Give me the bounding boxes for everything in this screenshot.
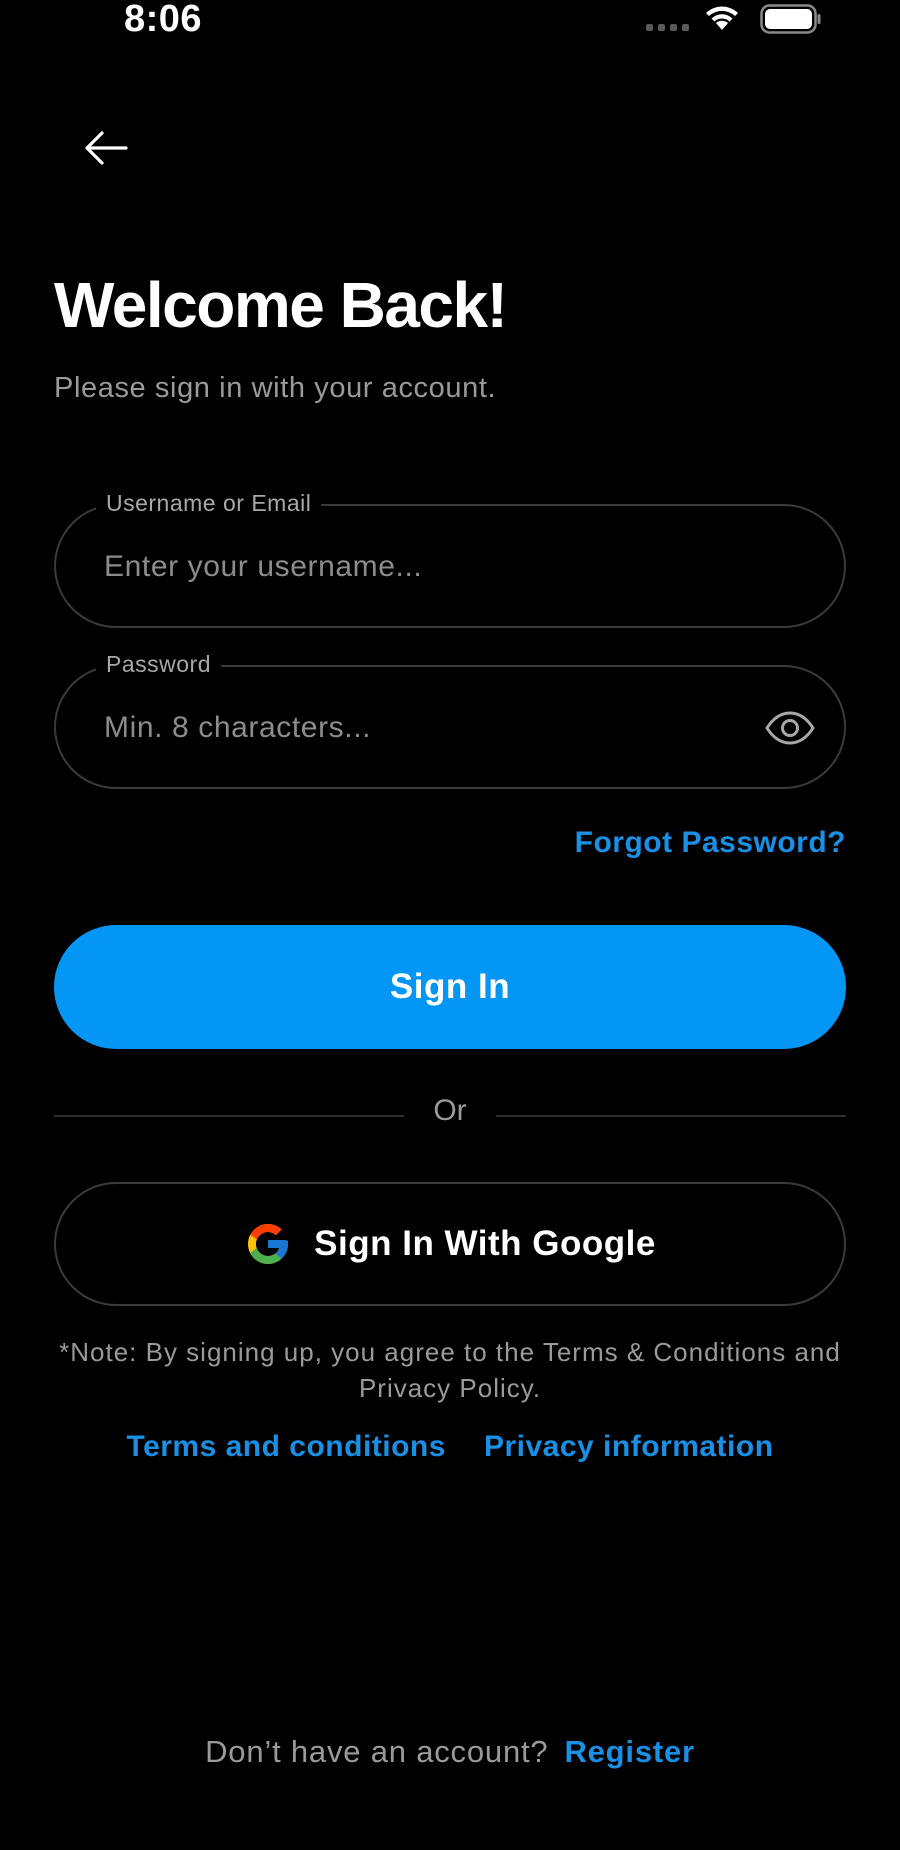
back-button[interactable] bbox=[78, 120, 134, 176]
google-logo-icon bbox=[248, 1224, 289, 1264]
google-sign-in-label: Sign In With Google bbox=[314, 1224, 656, 1263]
password-field-label: Password bbox=[96, 651, 221, 678]
page-title: Welcome Back! bbox=[54, 269, 508, 341]
username-input[interactable] bbox=[104, 542, 704, 592]
wifi-icon bbox=[706, 6, 738, 30]
show-password-toggle[interactable] bbox=[762, 703, 818, 753]
legal-links: Terms and conditions Privacy information bbox=[54, 1430, 846, 1464]
status-time: 8:06 bbox=[124, 0, 203, 40]
status-bar: 8:06 bbox=[0, 0, 900, 40]
register-row: Don’t have an account? Register bbox=[0, 1734, 900, 1770]
register-prompt: Don’t have an account? bbox=[205, 1734, 549, 1769]
battery-icon bbox=[760, 4, 821, 34]
page-subtitle: Please sign in with your account. bbox=[54, 372, 497, 404]
terms-link[interactable]: Terms and conditions bbox=[126, 1430, 445, 1464]
privacy-link[interactable]: Privacy information bbox=[484, 1430, 774, 1464]
arrow-left-icon bbox=[85, 131, 128, 165]
terms-note: *Note: By signing up, you agree to the T… bbox=[59, 1337, 841, 1403]
forgot-password-link[interactable]: Forgot Password? bbox=[575, 826, 846, 860]
register-link[interactable]: Register bbox=[564, 1734, 694, 1769]
username-field: Username or Email bbox=[54, 490, 846, 628]
divider-line-right bbox=[496, 1115, 846, 1117]
google-sign-in-button[interactable]: Sign In With Google bbox=[54, 1182, 846, 1306]
password-field: Password bbox=[54, 651, 846, 789]
cellular-signal-icon bbox=[646, 24, 689, 31]
sign-in-button[interactable]: Sign In bbox=[54, 925, 846, 1049]
divider-label: Or bbox=[433, 1094, 467, 1127]
or-divider: Or bbox=[54, 1094, 846, 1136]
username-field-label: Username or Email bbox=[96, 490, 322, 517]
password-input[interactable] bbox=[104, 703, 704, 753]
eye-icon bbox=[765, 711, 815, 745]
